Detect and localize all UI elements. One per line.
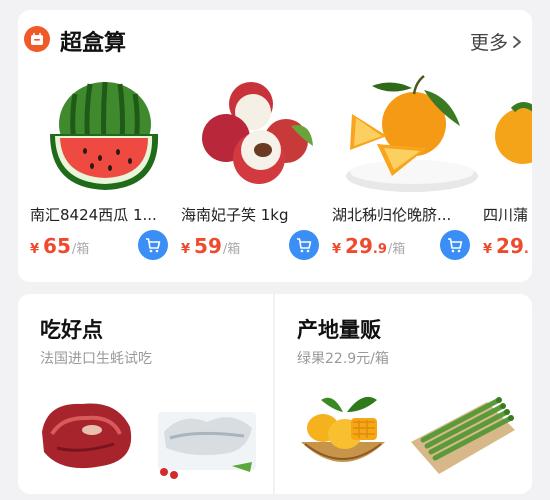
- cart-icon: [448, 238, 463, 253]
- super-box-section: 超盒算 更多 南汇8424西瓜 1... ¥ 65 /箱 海南妃子笑 1kg ¥…: [18, 10, 532, 282]
- more-link[interactable]: 更多: [470, 28, 522, 55]
- frozen-meat-tray-image: [158, 412, 256, 479]
- asparagus-board-image: [411, 397, 515, 474]
- promo-subtitle: 绿果22.9元/箱: [297, 351, 389, 367]
- cart-icon: [146, 238, 161, 253]
- navel-orange-image: [346, 75, 478, 192]
- product-card[interactable]: 湖北秭归伦晚脐... ¥ 29 .9 /箱: [332, 66, 482, 276]
- product-price: ¥ 29 .: [483, 234, 529, 258]
- add-to-cart-button[interactable]: [138, 230, 168, 260]
- product-price: ¥ 65 /箱: [30, 234, 90, 258]
- promo-subtitle: 法国进口生蚝试吃: [40, 351, 152, 367]
- promo-card-origin-bulk[interactable]: 产地量贩 绿果22.9元/箱: [275, 294, 532, 494]
- promo-card-eat-well[interactable]: 吃好点 法国进口生蚝试吃: [18, 294, 273, 494]
- cart-icon: [297, 238, 312, 253]
- product-name: 湖北秭归伦晚脐...: [332, 206, 452, 224]
- product-name: 南汇8424西瓜 1...: [30, 206, 157, 224]
- add-to-cart-button[interactable]: [289, 230, 319, 260]
- chevron-right-icon: [513, 35, 521, 48]
- citrus-image: [495, 102, 532, 164]
- lychee-image: [202, 82, 313, 184]
- watermelon-image: [50, 81, 159, 190]
- product-card[interactable]: 四川蒲 ¥ 29 .: [483, 66, 532, 276]
- product-name: 四川蒲: [483, 206, 529, 224]
- product-price: ¥ 29 .9 /箱: [332, 234, 406, 258]
- promo-title: 产地量贩: [297, 318, 381, 342]
- section-title: 超盒算: [60, 31, 127, 56]
- mango-basket-image: [301, 396, 385, 462]
- product-card[interactable]: 海南妃子笑 1kg ¥ 59 /箱: [181, 66, 331, 276]
- add-to-cart-button[interactable]: [440, 230, 470, 260]
- product-card[interactable]: 南汇8424西瓜 1... ¥ 65 /箱: [30, 66, 180, 276]
- basket-logo-icon: [24, 26, 50, 52]
- product-price: ¥ 59 /箱: [181, 234, 241, 258]
- product-name: 海南妃子笑 1kg: [181, 206, 289, 224]
- section-header: 超盒算 更多: [18, 10, 532, 66]
- more-label: 更多: [469, 32, 508, 54]
- promo-title: 吃好点: [40, 318, 103, 342]
- raw-meat-image: [42, 403, 132, 469]
